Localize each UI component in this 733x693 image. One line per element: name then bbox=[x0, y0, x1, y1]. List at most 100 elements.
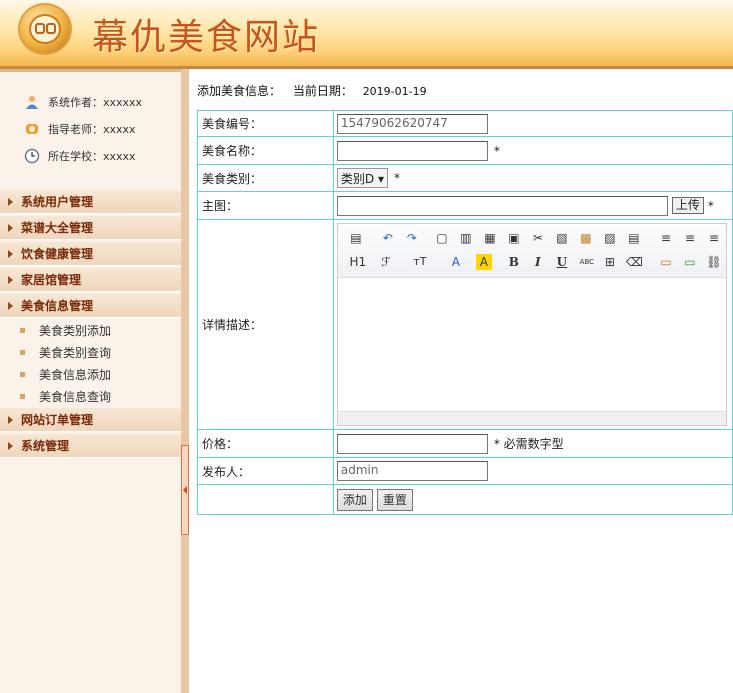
align-center-icon[interactable]: ≡ bbox=[682, 230, 698, 246]
chevron-down-icon: ▾ bbox=[377, 172, 384, 186]
teacher-text: 指导老师：xxxxx bbox=[48, 123, 136, 136]
price-field[interactable] bbox=[336, 433, 488, 454]
code-field[interactable]: 15479062620747 bbox=[336, 113, 488, 134]
required-mark: * bbox=[393, 171, 400, 185]
form-row-detail: 详情描述： ▤ ↶ ↷ ▢ ▥ ▦ ▣ ✂ ▧ ▩ ▨ ▤ ≡ ≡ ≡ H1 ℱ… bbox=[197, 219, 733, 430]
strikethrough-icon[interactable]: ABC bbox=[576, 254, 598, 270]
template-icon[interactable]: ▦ bbox=[482, 230, 498, 246]
category-value: 类别D bbox=[340, 172, 375, 186]
expand-triangle-icon bbox=[8, 197, 13, 206]
current-date: 2019-01-19 bbox=[362, 85, 427, 98]
underline-icon[interactable]: U bbox=[554, 254, 570, 270]
sidebar-splitter[interactable] bbox=[181, 69, 189, 693]
name-field[interactable] bbox=[336, 140, 488, 161]
form-row-publisher: 发布人： admin bbox=[197, 457, 733, 485]
name-cell: * bbox=[332, 136, 733, 165]
menu-label: 饮食健康管理 bbox=[21, 247, 94, 261]
required-mark: * bbox=[707, 198, 714, 213]
image-path-field[interactable] bbox=[336, 195, 668, 216]
form-row-category: 美食类别： 类别D ▾ * bbox=[197, 164, 733, 192]
submit-button[interactable]: 添加 bbox=[336, 488, 373, 511]
align-right-icon[interactable]: ≡ bbox=[706, 230, 722, 246]
user-icon bbox=[26, 96, 38, 109]
menu-label: 系统管理 bbox=[21, 439, 70, 453]
menu-orders[interactable]: 网站订单管理 bbox=[0, 408, 181, 432]
expand-triangle-icon bbox=[8, 415, 13, 424]
paste-word-icon[interactable]: ▤ bbox=[626, 230, 642, 246]
heading-icon[interactable]: H1 bbox=[346, 254, 370, 270]
food-form: 美食编号： 15479062620747 美食名称： * 美食类别： 类别D ▾… bbox=[197, 110, 733, 515]
price-label: 价格： bbox=[197, 429, 334, 458]
font-family-icon[interactable]: ℱ bbox=[378, 254, 394, 270]
print-icon[interactable]: ▥ bbox=[458, 230, 474, 246]
cut-icon[interactable]: ✂ bbox=[530, 230, 546, 246]
copy-icon[interactable]: ▧ bbox=[554, 230, 570, 246]
sidebar-top-border bbox=[0, 69, 181, 72]
font-color-icon[interactable]: A bbox=[448, 254, 464, 270]
menu-system[interactable]: 系统管理 bbox=[0, 434, 181, 458]
form-row-actions: 添加 重置 bbox=[197, 484, 733, 515]
editor-resize-bar[interactable] bbox=[337, 411, 726, 425]
editor-toolbar: ▤ ↶ ↷ ▢ ▥ ▦ ▣ ✂ ▧ ▩ ▨ ▤ ≡ ≡ ≡ H1 ℱ тT A … bbox=[337, 224, 726, 278]
redo-icon[interactable]: ↷ bbox=[404, 230, 420, 246]
author-info: 系统作者：xxxxxx bbox=[24, 94, 142, 110]
category-label: 美食类别： bbox=[197, 164, 334, 192]
image-add-icon[interactable]: ▭ bbox=[682, 254, 698, 270]
preview-icon[interactable]: ▢ bbox=[434, 230, 450, 246]
table-icon[interactable]: ⊞ bbox=[602, 254, 618, 270]
menu-recipes[interactable]: 菜谱大全管理 bbox=[0, 216, 181, 240]
menu-food-info[interactable]: 美食信息管理 bbox=[0, 294, 181, 318]
submenu-category-add[interactable]: 美食类别添加 bbox=[20, 322, 111, 339]
undo-icon[interactable]: ↶ bbox=[380, 230, 396, 246]
collapse-arrow-icon bbox=[183, 486, 187, 494]
site-logo bbox=[18, 3, 72, 55]
paste-icon[interactable]: ▩ bbox=[578, 230, 594, 246]
menu-system-users[interactable]: 系统用户管理 bbox=[0, 190, 181, 214]
school-info: 所在学校：xxxxx bbox=[24, 148, 136, 164]
menu-diet-health[interactable]: 饮食健康管理 bbox=[0, 242, 181, 266]
upload-button[interactable]: 上传 bbox=[671, 197, 704, 214]
category-select[interactable]: 类别D ▾ bbox=[336, 168, 388, 188]
source-icon[interactable]: ▤ bbox=[348, 230, 364, 246]
highlight-color-icon[interactable]: A bbox=[475, 254, 492, 270]
menu-home-store[interactable]: 家居馆管理 bbox=[0, 268, 181, 292]
reset-button[interactable]: 重置 bbox=[376, 488, 413, 511]
submenu-label: 美食信息添加 bbox=[39, 368, 112, 382]
expand-triangle-icon bbox=[8, 223, 13, 232]
eraser-icon[interactable]: ⌫ bbox=[626, 254, 643, 270]
submenu-label: 美食信息查询 bbox=[39, 390, 112, 404]
logo-mark-left bbox=[35, 23, 45, 34]
align-left-icon[interactable]: ≡ bbox=[658, 230, 674, 246]
italic-icon[interactable]: I bbox=[530, 254, 546, 270]
detail-label: 详情描述： bbox=[197, 219, 334, 430]
teacher-info: 指导老师：xxxxx bbox=[24, 121, 136, 137]
name-label: 美食名称： bbox=[197, 136, 334, 165]
menu-label: 网站订单管理 bbox=[21, 413, 94, 427]
code-icon[interactable]: ▣ bbox=[506, 230, 522, 246]
submenu-info-add[interactable]: 美食信息添加 bbox=[20, 366, 111, 383]
submenu-category-query[interactable]: 美食类别查询 bbox=[20, 344, 111, 361]
image-insert-icon[interactable]: ▭ bbox=[658, 254, 674, 270]
menu-label: 菜谱大全管理 bbox=[21, 221, 94, 235]
form-row-image: 主图： 上传 * bbox=[197, 191, 733, 220]
paste-text-icon[interactable]: ▨ bbox=[602, 230, 618, 246]
font-size-icon[interactable]: тT bbox=[410, 254, 430, 270]
expand-triangle-icon bbox=[8, 441, 13, 450]
submenu-label: 美食类别查询 bbox=[39, 346, 112, 360]
publisher-label: 发布人： bbox=[197, 457, 334, 485]
submenu-label: 美食类别添加 bbox=[39, 324, 112, 338]
submenu-info-query[interactable]: 美食信息查询 bbox=[20, 388, 111, 405]
price-cell: * 必需数字型 bbox=[332, 429, 733, 458]
teacher-icon bbox=[26, 124, 38, 134]
expand-triangle-icon bbox=[8, 249, 13, 258]
rich-text-editor: ▤ ↶ ↷ ▢ ▥ ▦ ▣ ✂ ▧ ▩ ▨ ▤ ≡ ≡ ≡ H1 ℱ тT A … bbox=[336, 223, 727, 426]
image-cell: 上传 * bbox=[332, 191, 733, 220]
bold-icon[interactable]: B bbox=[506, 254, 522, 270]
menu-label: 美食信息管理 bbox=[21, 299, 94, 313]
expand-triangle-icon bbox=[8, 301, 13, 310]
publisher-field[interactable]: admin bbox=[336, 461, 488, 481]
publisher-cell: admin bbox=[332, 457, 733, 485]
form-row-code: 美食编号： 15479062620747 bbox=[197, 110, 733, 137]
school-text: 所在学校：xxxxx bbox=[48, 150, 136, 163]
link-icon[interactable]: ⛓ bbox=[706, 254, 722, 270]
